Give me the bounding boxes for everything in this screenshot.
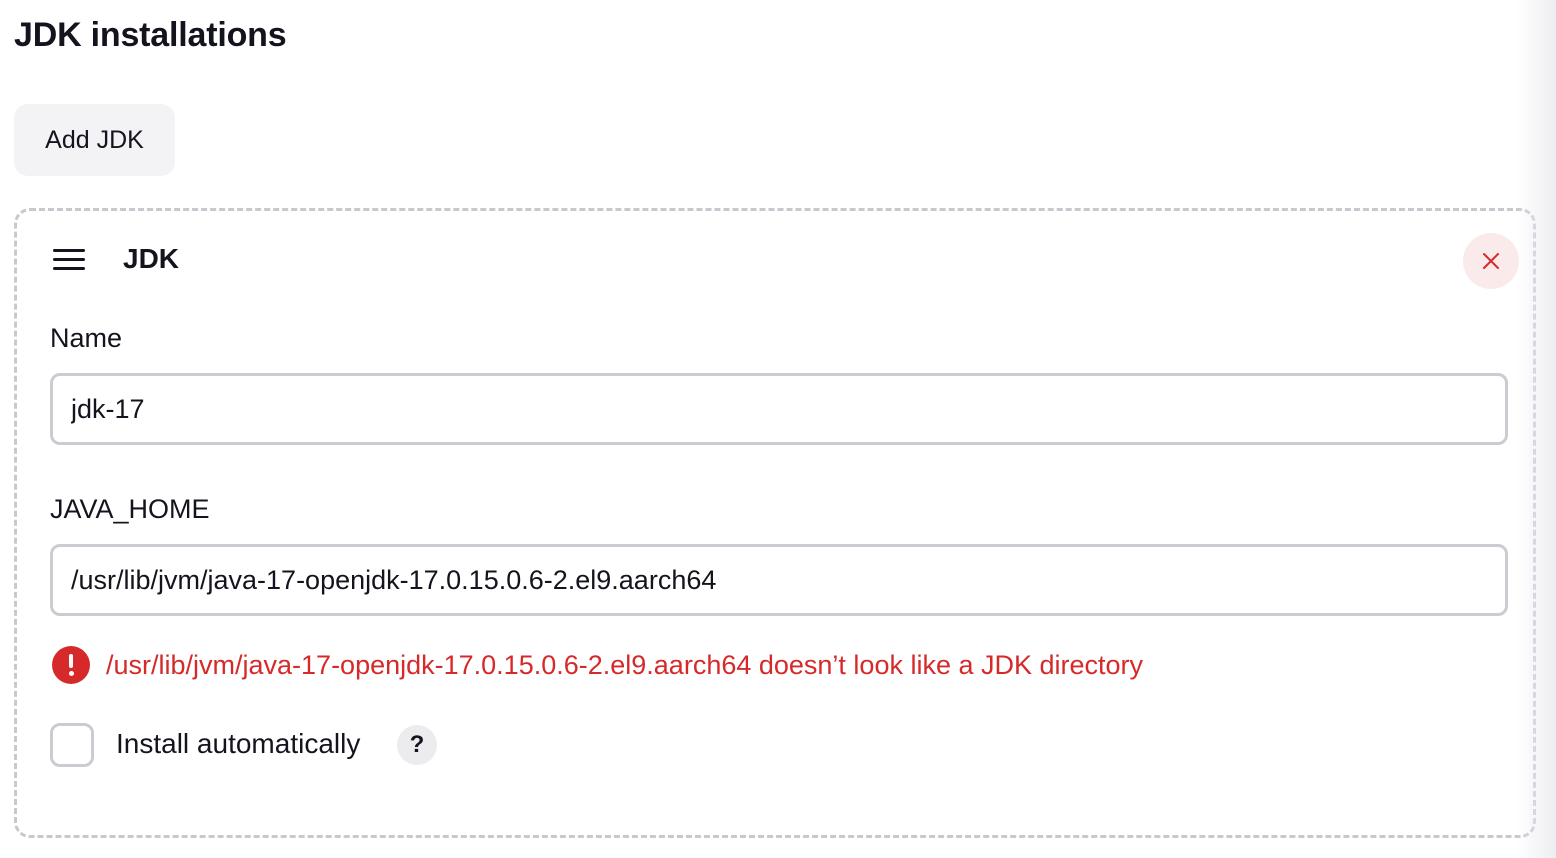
close-icon	[1483, 253, 1499, 269]
java-home-input[interactable]	[50, 544, 1508, 616]
jdk-repeatable-block: JDK Name JAVA_HOME /usr/lib/jvm/java-17-…	[14, 208, 1536, 838]
drag-handle-icon[interactable]	[53, 249, 85, 271]
java-home-error: /usr/lib/jvm/java-17-openjdk-17.0.15.0.6…	[52, 645, 1143, 685]
error-message: /usr/lib/jvm/java-17-openjdk-17.0.15.0.6…	[106, 649, 1144, 680]
java-home-label: JAVA_HOME	[50, 494, 210, 524]
block-title: JDK	[123, 243, 180, 274]
install-automatically-label[interactable]: Install automatically	[116, 728, 360, 760]
help-icon[interactable]: ?	[397, 725, 437, 765]
section-title: JDK installations	[14, 16, 287, 54]
jdk-installations-page: JDK installations Add JDK JDK Name JAVA_…	[0, 0, 1556, 858]
name-input[interactable]	[50, 373, 1508, 445]
name-label: Name	[50, 323, 123, 353]
install-automatically-checkbox[interactable]	[50, 723, 94, 767]
delete-jdk-button[interactable]	[1463, 233, 1519, 289]
exclamation-circle-icon	[52, 646, 90, 684]
add-jdk-button[interactable]: Add JDK	[14, 104, 175, 176]
